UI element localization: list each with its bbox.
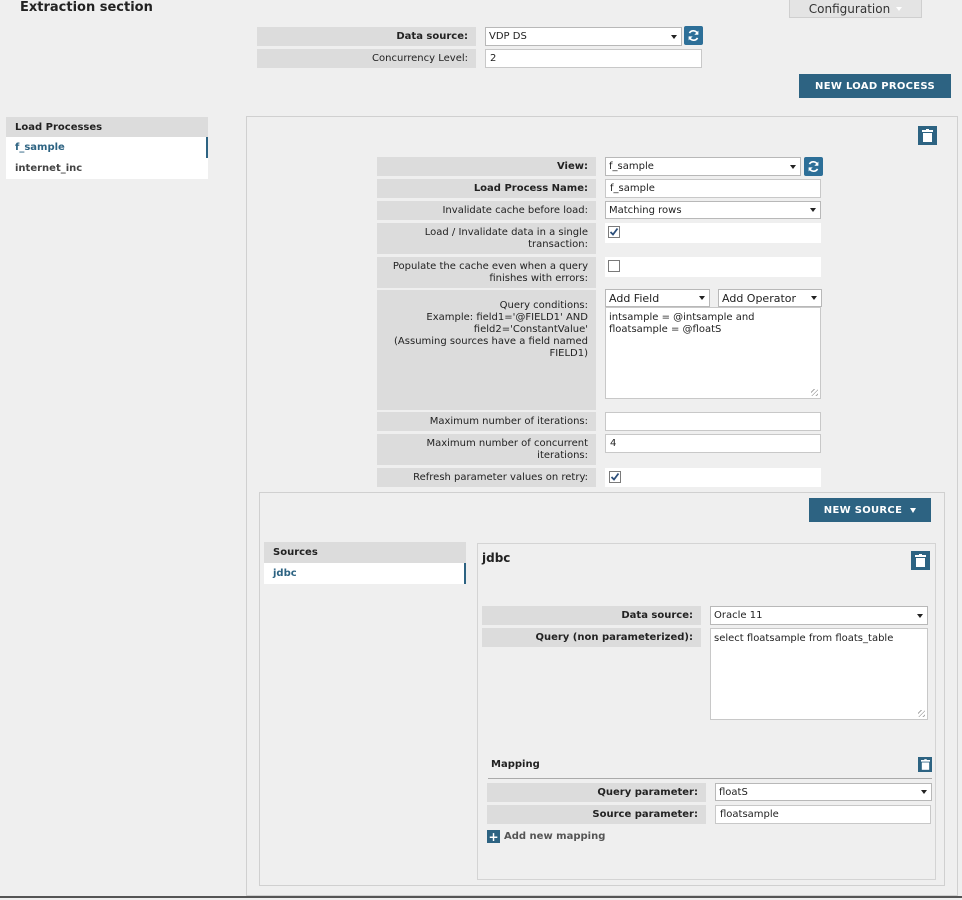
add-operator-select[interactable]: Add Operator <box>718 289 822 307</box>
load-process-item-f-sample[interactable]: f_sample <box>6 137 208 158</box>
trash-icon <box>915 554 926 567</box>
refresh-on-retry-label: Refresh parameter values on retry: <box>377 468 596 487</box>
chevron-down-icon <box>913 613 927 618</box>
max-iterations-input[interactable] <box>605 412 821 431</box>
chevron-down-icon <box>896 6 903 11</box>
chevron-down-icon <box>806 208 820 212</box>
refresh-icon <box>688 30 699 41</box>
bottom-divider <box>0 896 962 898</box>
query-parameter-label: Query parameter: <box>487 783 706 802</box>
delete-load-process-button[interactable] <box>918 126 937 145</box>
top-data-source-label: Data source: <box>257 27 476 46</box>
page-title: Extraction section <box>20 0 153 15</box>
new-source-button[interactable]: NEW SOURCE <box>809 498 931 522</box>
mapping-title: Mapping <box>491 759 540 770</box>
add-field-select[interactable]: Add Field <box>605 289 710 307</box>
trash-icon <box>922 129 933 142</box>
plus-icon: + <box>487 829 500 844</box>
checkmark-icon <box>609 227 619 236</box>
query-conditions-textarea[interactable]: intsample = @intsample and floatsample =… <box>605 307 821 399</box>
delete-mapping-button[interactable] <box>918 757 932 772</box>
trash-icon <box>920 759 930 770</box>
chevron-down-icon <box>917 790 931 794</box>
chevron-down-icon <box>910 507 917 513</box>
load-process-item-internet-inc[interactable]: internet_inc <box>6 158 208 179</box>
source-parameter-label: Source parameter: <box>487 805 706 824</box>
query-label: Query (non parameterized): <box>482 628 701 647</box>
invalidate-cache-label: Invalidate cache before load: <box>377 201 596 220</box>
single-transaction-field <box>605 223 821 243</box>
view-label: View: <box>377 157 596 176</box>
refresh-view-button[interactable] <box>804 157 823 176</box>
single-transaction-checkbox[interactable] <box>608 226 620 238</box>
load-process-name-input[interactable]: f_sample <box>605 179 821 198</box>
checkmark-icon <box>610 472 620 481</box>
populate-cache-field <box>605 257 821 277</box>
delete-source-button[interactable] <box>911 551 930 570</box>
query-parameter-select[interactable]: floatS <box>715 783 932 801</box>
concurrency-input[interactable]: 2 <box>485 49 702 68</box>
load-processes-header: Load Processes <box>6 117 208 137</box>
chevron-down-icon <box>807 296 821 300</box>
source-data-source-select[interactable]: Oracle 11 <box>710 606 928 625</box>
query-conditions-label: Query conditions: Example: field1='@FIEL… <box>377 290 596 410</box>
load-process-name-label: Load Process Name: <box>377 179 596 198</box>
add-new-mapping-button[interactable]: + Add new mapping <box>487 830 605 843</box>
configuration-label: Configuration <box>808 1 891 16</box>
resize-handle-icon[interactable] <box>918 710 925 717</box>
chevron-down-icon <box>786 164 800 169</box>
top-data-source-select[interactable]: VDP DS <box>485 27 682 46</box>
populate-cache-checkbox[interactable] <box>608 260 620 272</box>
source-parameter-input[interactable]: floatsample <box>715 805 931 824</box>
chevron-down-icon <box>695 296 709 300</box>
populate-cache-label: Populate the cache even when a query fin… <box>377 257 596 288</box>
max-concurrent-input[interactable]: 4 <box>605 434 821 453</box>
max-iterations-label: Maximum number of iterations: <box>377 412 596 431</box>
invalidate-cache-select[interactable]: Matching rows <box>605 201 821 219</box>
sources-header: Sources <box>264 542 466 563</box>
source-item-jdbc[interactable]: jdbc <box>264 563 466 584</box>
mapping-divider <box>488 778 932 779</box>
concurrency-label: Concurrency Level: <box>257 49 476 68</box>
query-textarea[interactable]: select floatsample from floats_table <box>710 628 928 720</box>
source-title: jdbc <box>482 551 511 565</box>
refresh-data-source-button[interactable] <box>684 26 703 45</box>
source-data-source-label: Data source: <box>482 606 701 625</box>
refresh-on-retry-field <box>605 468 821 487</box>
refresh-on-retry-checkbox[interactable] <box>609 471 621 483</box>
chevron-down-icon <box>667 34 681 39</box>
new-load-process-button[interactable]: NEW LOAD PROCESS <box>799 74 951 98</box>
resize-handle-icon[interactable] <box>811 389 818 396</box>
single-transaction-label: Load / Invalidate data in a single trans… <box>377 223 596 254</box>
configuration-menu[interactable]: Configuration <box>789 0 922 18</box>
view-select[interactable]: f_sample <box>605 157 801 176</box>
refresh-icon <box>808 161 819 172</box>
max-concurrent-label: Maximum number of concurrent iterations: <box>377 434 596 465</box>
